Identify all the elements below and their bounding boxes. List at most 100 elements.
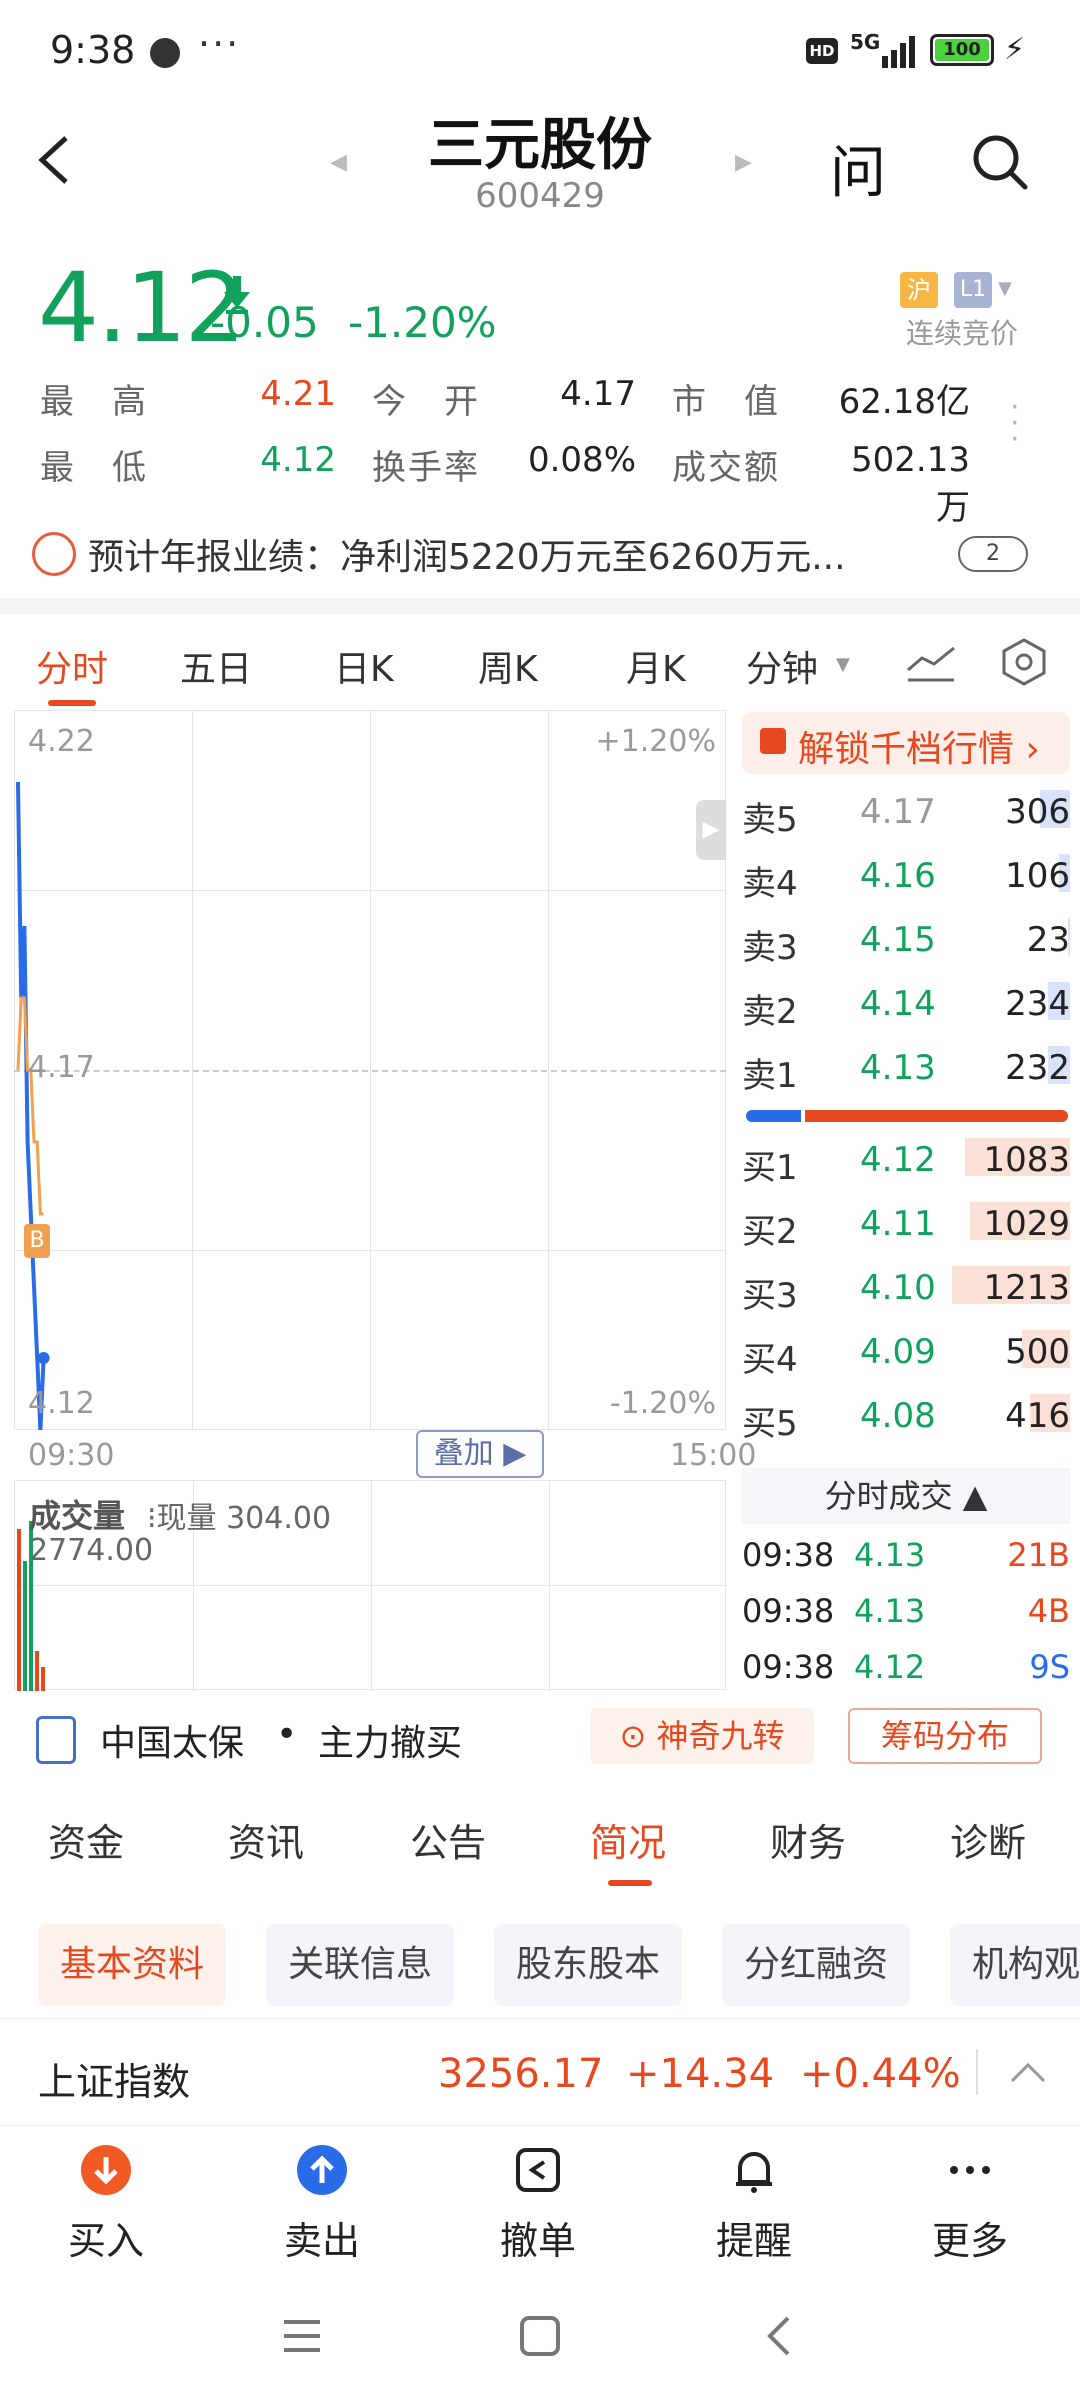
news-ticker[interactable]: 主力撤买: [318, 1714, 462, 1766]
unlock-depth-button[interactable]: 解锁千档行情 ›: [742, 712, 1070, 774]
overlay-label: 叠加: [433, 1436, 494, 1471]
tab-news[interactable]: 资讯: [228, 1812, 304, 1867]
menu-icon[interactable]: [280, 2314, 324, 2358]
status-time: 9:38: [50, 28, 136, 72]
ask-row[interactable]: 卖1 4.13 232: [742, 1038, 1070, 1102]
magic-nine-button[interactable]: ⊙ 神奇九转: [590, 1708, 814, 1764]
trade-volume: 4B: [1027, 1592, 1070, 1630]
chip-shareholders[interactable]: 股东股本: [494, 1924, 683, 2006]
order-price: 4.13: [860, 1048, 936, 1088]
chip-institutions[interactable]: 机构观: [950, 1924, 1080, 2006]
chip-related-info[interactable]: 关联信息: [266, 1924, 455, 2006]
battery-icon: 100: [930, 34, 994, 66]
stat-value: 4.21: [260, 374, 336, 414]
order-price: 4.12: [860, 1140, 936, 1180]
order-price: 4.08: [860, 1396, 936, 1436]
chip-dividends[interactable]: 分红融资: [722, 1924, 911, 2006]
tab-minute[interactable]: 分钟: [746, 640, 818, 692]
pct-axis-bottom: -1.20%: [609, 1386, 716, 1421]
tab-monthly-k[interactable]: 月K: [626, 640, 686, 692]
ask-row[interactable]: 卖5 4.17 306: [742, 782, 1070, 846]
bid-row[interactable]: 买4 4.09 500: [742, 1322, 1070, 1386]
tab-diagnosis[interactable]: 诊断: [950, 1812, 1026, 1867]
chevron-up-icon[interactable]: [1008, 2057, 1048, 2087]
bid-row[interactable]: 买5 4.08 416: [742, 1386, 1070, 1450]
volume-max: 2774.00: [29, 1533, 154, 1568]
trades-title: 分时成交 ▲: [824, 1477, 988, 1515]
ask-button[interactable]: 问: [830, 128, 886, 209]
notice-text[interactable]: 预计年报业绩：净利润5220万元至6260万元...: [88, 528, 846, 580]
divider: [976, 2049, 978, 2095]
expand-handle[interactable]: ▶: [696, 800, 726, 860]
intraday-chart[interactable]: 4.22 4.17 4.12 +1.20% -1.20% B ▶: [14, 710, 726, 1430]
overlay-button[interactable]: 叠加 ▶: [416, 1430, 544, 1478]
clock-icon: [150, 38, 180, 68]
status-bar: 9:38 ··· HD 5G 100 ⚡: [0, 0, 1080, 100]
settings-icon[interactable]: [998, 636, 1050, 688]
tab-underline: [608, 1880, 652, 1886]
chip-basic-info[interactable]: 基本资料: [38, 1924, 227, 2006]
buy-button[interactable]: 买入: [16, 2130, 196, 2265]
trades-header[interactable]: 分时成交 ▲: [742, 1468, 1070, 1524]
more-vertical-icon[interactable]: · · ·: [1010, 393, 1020, 455]
level-tag[interactable]: L1: [954, 272, 992, 308]
magic-nine-label: 神奇九转: [656, 1717, 785, 1755]
tab-daily-k[interactable]: 日K: [334, 640, 394, 692]
chip-distribution-button[interactable]: 筹码分布: [848, 1708, 1042, 1764]
grid-line: [371, 1481, 372, 1691]
alert-label: 提醒: [715, 2219, 792, 2263]
buy-marker[interactable]: B: [24, 1224, 50, 1258]
tab-financials[interactable]: 财务: [770, 1812, 846, 1867]
unlock-text: 解锁千档行情: [798, 729, 1015, 770]
related-stock[interactable]: 中国太保: [100, 1714, 244, 1766]
bid-row[interactable]: 买2 4.11 1029: [742, 1194, 1070, 1258]
index-ticker-bar[interactable]: 上证指数 3256.17 +14.34 +0.44%: [0, 2018, 1080, 2126]
time-start: 09:30: [28, 1438, 115, 1473]
sell-button[interactable]: 卖出: [232, 2130, 412, 2265]
trade-row: 09:38 4.12 9S: [742, 1644, 1070, 1694]
back-button[interactable]: [30, 130, 80, 190]
notice-bar[interactable]: 预计年报业绩：净利润5220万元至6260万元... 2: [32, 526, 1072, 588]
cancel-order-button[interactable]: 撤单: [448, 2130, 628, 2265]
divider: [0, 598, 1080, 614]
notice-count-badge[interactable]: 2: [958, 536, 1028, 572]
home-icon[interactable]: [518, 2314, 562, 2358]
order-level-label: 卖5: [742, 800, 798, 840]
volume-current-value: 现量 304.00: [156, 1501, 332, 1536]
order-level-label: 买5: [742, 1404, 798, 1444]
tab-capital[interactable]: 资金: [48, 1812, 124, 1867]
volume-bar: [23, 1561, 27, 1691]
trade-row: 09:38 4.13 4B: [742, 1588, 1070, 1638]
buy-label: 买入: [67, 2219, 144, 2263]
ask-row[interactable]: 卖4 4.16 106: [742, 846, 1070, 910]
chevron-down-icon[interactable]: ▼: [836, 654, 850, 675]
next-stock-icon[interactable]: ▶: [735, 150, 752, 175]
order-level-label: 买1: [742, 1148, 798, 1188]
tab-profile[interactable]: 简况: [590, 1812, 666, 1867]
ask-row[interactable]: 卖3 4.15 23: [742, 910, 1070, 974]
tab-intraday[interactable]: 分时: [36, 640, 108, 692]
trade-time: 09:38: [742, 1536, 835, 1574]
indicator-icon[interactable]: [904, 640, 958, 684]
bid-row[interactable]: 买1 4.12 1083: [742, 1130, 1070, 1194]
back-nav-icon[interactable]: [758, 2314, 802, 2358]
order-volume: 106: [1005, 856, 1070, 896]
tab-announcements[interactable]: 公告: [410, 1812, 486, 1867]
tab-weekly-k[interactable]: 周K: [478, 640, 538, 692]
more-button[interactable]: 更多: [880, 2130, 1060, 2265]
bid-row[interactable]: 买3 4.10 1213: [742, 1258, 1070, 1322]
notes-icon[interactable]: [36, 1716, 76, 1764]
search-icon[interactable]: [970, 132, 1030, 192]
stat-value: 4.17: [560, 374, 636, 414]
alert-button[interactable]: 提醒: [664, 2130, 844, 2265]
y-axis-top: 4.22: [28, 724, 95, 759]
ask-row[interactable]: 卖2 4.14 234: [742, 974, 1070, 1038]
stock-code: 600429: [475, 176, 605, 216]
last-price-dot: [37, 1352, 50, 1364]
volume-chart[interactable]: 成交量 ⁝现量 304.00 2774.00: [14, 1480, 727, 1691]
tab-five-day[interactable]: 五日: [180, 640, 252, 692]
chevron-down-icon[interactable]: ▼: [998, 278, 1012, 299]
bottom-nav: 买入 卖出 撤单 提醒 更多: [0, 2130, 1080, 2270]
network-label: 5G: [850, 30, 881, 54]
trading-status: 连续竞价: [906, 317, 1019, 350]
